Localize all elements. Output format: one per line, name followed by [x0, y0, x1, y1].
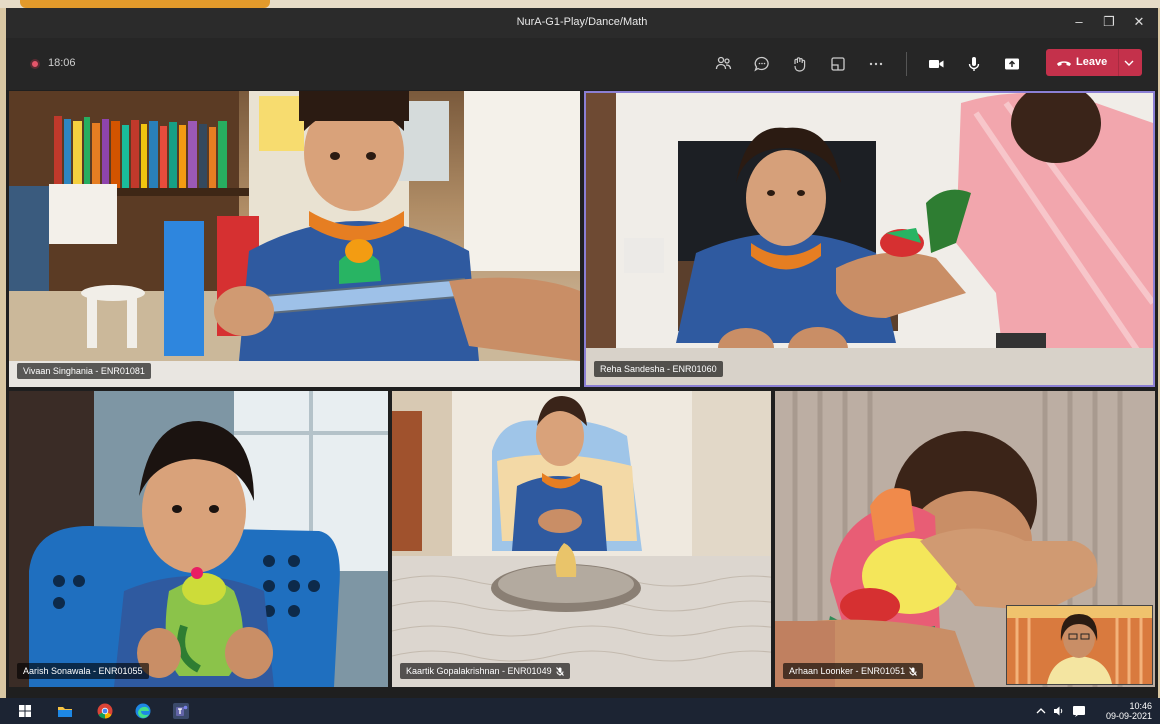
leave-label: Leave [1076, 56, 1108, 68]
video-tile-reha[interactable]: Reha Sandesha - ENR01060 [584, 91, 1155, 387]
muted-microphone-icon [909, 666, 917, 676]
close-icon[interactable]: ✕ [1126, 14, 1152, 32]
participant-name: Reha Sandesha - ENR01060 [600, 364, 717, 374]
clock-date: 09-09-2021 [1105, 711, 1152, 721]
windows-taskbar: 10:46 09-09-2021 [0, 698, 1160, 724]
muted-microphone-icon [555, 666, 564, 676]
top-strip-accent [20, 0, 270, 8]
file-explorer-icon[interactable] [56, 702, 74, 720]
participant-name-badge: Kaartik Gopalakrishnan - ENR01049 [400, 663, 570, 679]
video-feed [9, 91, 580, 387]
participant-name: Arhaan Loonker - ENR01051 [789, 666, 906, 676]
toolbar-divider [906, 52, 907, 76]
title-bar: NurA-G1-Play/Dance/Math – ❐ ✕ [6, 8, 1158, 38]
camera-icon[interactable] [924, 52, 948, 76]
participant-name-badge: Vivaan Singhania - ENR01081 [17, 363, 151, 379]
leave-button[interactable]: Leave [1046, 49, 1142, 76]
top-strip [0, 0, 1160, 8]
video-feed [9, 391, 388, 687]
participant-name: Vivaan Singhania - ENR01081 [23, 366, 145, 376]
chat-icon[interactable] [750, 52, 774, 76]
recording-icon [30, 59, 40, 69]
leave-divider [1118, 49, 1119, 76]
clock-time: 10:46 [1129, 701, 1152, 711]
phone-hangup-icon [1057, 61, 1071, 66]
video-tile-vivaan[interactable]: Vivaan Singhania - ENR01081 [9, 91, 580, 387]
restore-icon[interactable]: ❐ [1096, 14, 1122, 32]
chevron-up-icon[interactable] [1036, 707, 1046, 715]
breakout-rooms-icon[interactable] [826, 52, 850, 76]
video-feed [392, 391, 771, 687]
video-tile-arhaan[interactable]: Arhaan Loonker - ENR01051 [775, 391, 1155, 687]
share-screen-icon[interactable] [1000, 52, 1024, 76]
volume-icon[interactable] [1053, 705, 1065, 717]
participants-icon[interactable] [712, 52, 736, 76]
participant-name-badge: Aarish Sonawala - ENR01055 [17, 663, 149, 679]
video-tile-aarish[interactable]: Aarish Sonawala - ENR01055 [9, 391, 388, 687]
teams-meeting-window: NurA-G1-Play/Dance/Math – ❐ ✕ 18:06 Leav… [6, 8, 1158, 698]
microphone-icon[interactable] [962, 52, 986, 76]
system-clock[interactable]: 10:46 09-09-2021 [1106, 701, 1152, 721]
participant-name: Kaartik Gopalakrishnan - ENR01049 [406, 666, 552, 676]
meeting-timer: 18:06 [48, 57, 76, 69]
window-title: NurA-G1-Play/Dance/Math [516, 16, 648, 28]
video-tile-kaartik[interactable]: Kaartik Gopalakrishnan - ENR01049 [392, 391, 771, 687]
notification-icon[interactable] [1072, 704, 1086, 718]
chevron-down-icon[interactable] [1124, 59, 1134, 67]
teams-icon[interactable] [172, 702, 190, 720]
minimize-icon[interactable]: – [1066, 14, 1092, 32]
more-actions-icon[interactable] [864, 52, 888, 76]
video-feed [586, 93, 1153, 385]
participant-name-badge: Arhaan Loonker - ENR01051 [783, 663, 924, 679]
participant-name-badge: Reha Sandesha - ENR01060 [594, 361, 723, 377]
reactions-icon[interactable] [788, 52, 812, 76]
chrome-icon[interactable] [96, 702, 114, 720]
edge-icon[interactable] [134, 702, 152, 720]
participant-name: Aarish Sonawala - ENR01055 [23, 666, 143, 676]
self-view-preview[interactable] [1006, 605, 1153, 685]
self-view-feed [1007, 606, 1152, 684]
meeting-toolbar: 18:06 Leave [6, 38, 1158, 90]
windows-start-icon[interactable] [16, 702, 34, 720]
